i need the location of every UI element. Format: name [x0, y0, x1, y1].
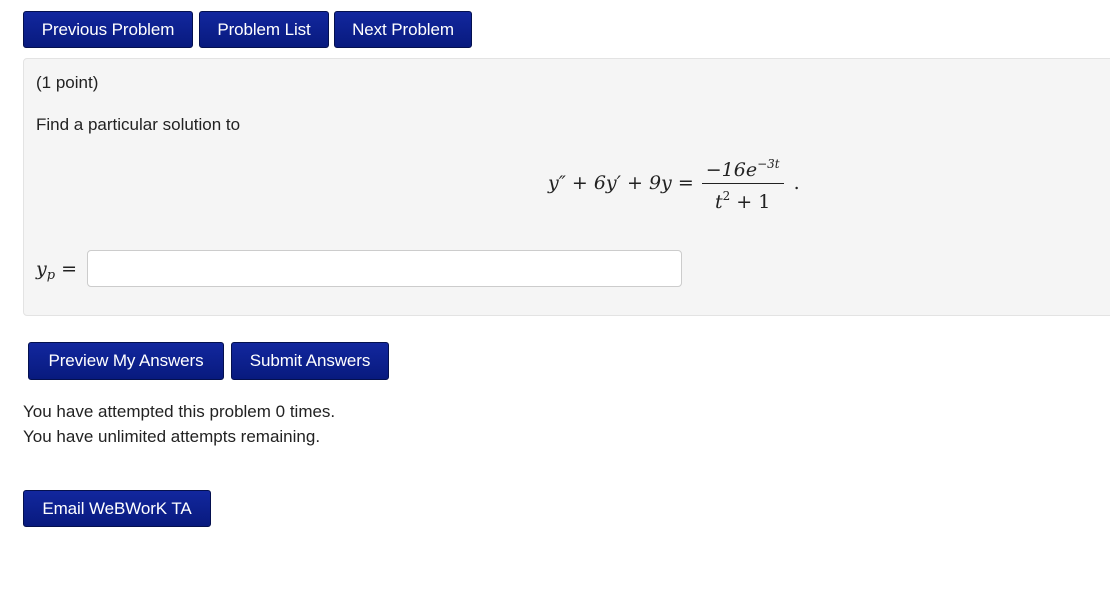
equation-fraction: −16e−3t t2 + 1 [701, 154, 784, 213]
problem-prompt: Find a particular solution to [36, 115, 241, 134]
preview-answers-button[interactable]: Preview My Answers [28, 342, 224, 380]
next-problem-button[interactable]: Next Problem [334, 11, 472, 48]
attempts-info: You have attempted this problem 0 times.… [23, 399, 335, 449]
fraction-denominator: t2 + 1 [714, 189, 771, 213]
problem-points: (1 point) [36, 73, 99, 92]
differential-equation: y″ + 6y′ + 9y = −16e−3t t2 + 1 . [548, 157, 800, 212]
numerator-exponent: −3t [757, 157, 780, 171]
equation-lhs: y″ + 6y′ + 9y = [548, 172, 694, 194]
problem-list-button[interactable]: Problem List [199, 11, 329, 48]
fraction-numerator: −16e−3t [701, 154, 784, 184]
email-ta-button[interactable]: Email WeBWorK TA [23, 490, 211, 527]
answer-label: yp = [36, 258, 78, 283]
attempts-remaining: You have unlimited attempts remaining. [23, 427, 321, 446]
equation-period: . [793, 172, 800, 194]
previous-problem-button[interactable]: Previous Problem [23, 11, 193, 48]
attempts-count: You have attempted this problem 0 times. [23, 402, 336, 421]
submit-answers-button[interactable]: Submit Answers [231, 342, 389, 380]
answer-input[interactable] [87, 250, 682, 287]
